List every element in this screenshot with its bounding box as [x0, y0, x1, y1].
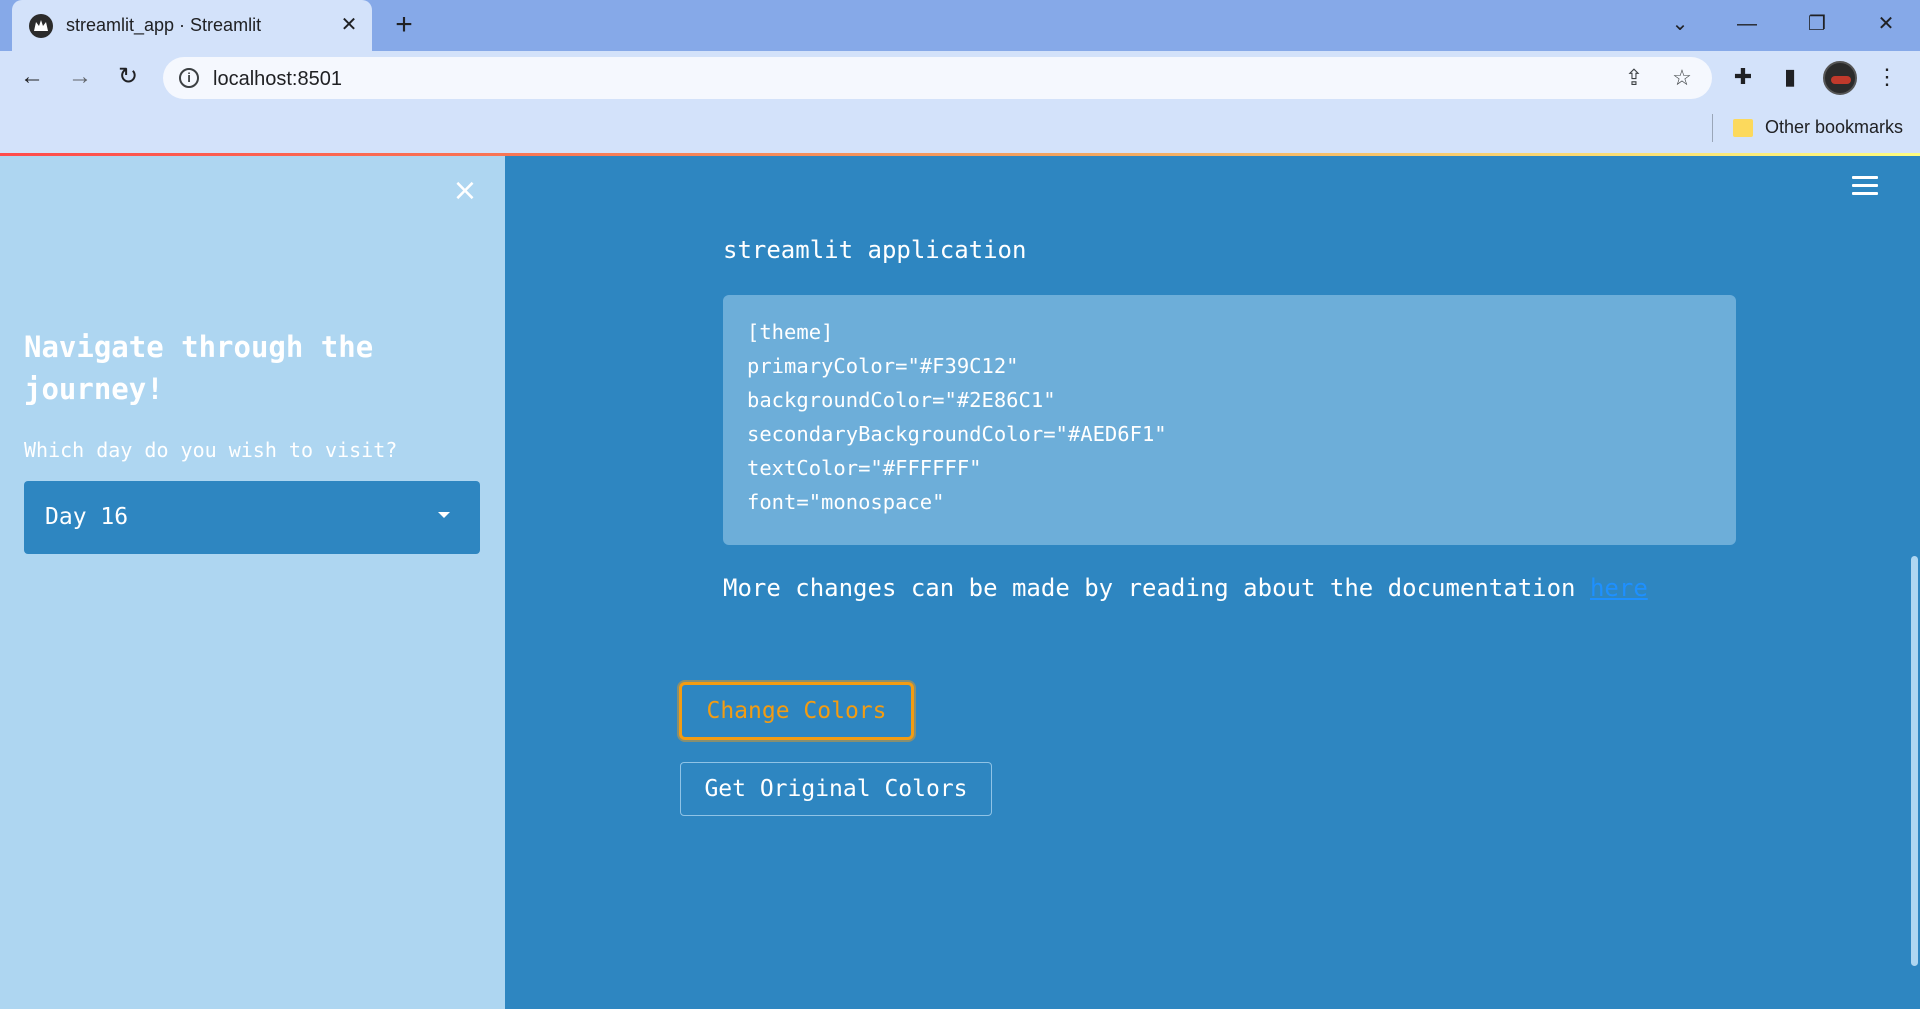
day-select-label: Which day do you wish to visit?: [24, 438, 398, 462]
address-bar[interactable]: i localhost:8501 ⇪ ☆: [163, 57, 1712, 99]
forward-arrow-icon[interactable]: →: [63, 60, 97, 94]
side-panel-icon[interactable]: ▮: [1774, 61, 1806, 93]
site-info-icon[interactable]: i: [179, 68, 199, 88]
address-url[interactable]: localhost:8501: [213, 68, 342, 91]
other-bookmarks[interactable]: Other bookmarks: [1765, 117, 1903, 138]
code-line: secondaryBackgroundColor="#AED6F1": [747, 422, 1167, 446]
browser-toolbar: ← → ↻ i localhost:8501 ⇪ ☆ ✚ ▮ ⋮: [0, 51, 1920, 104]
sidebar-title: Navigate through the journey!: [24, 330, 374, 406]
code-line: textColor="#FFFFFF": [747, 456, 982, 480]
bookmarks-separator: [1712, 114, 1713, 142]
share-icon[interactable]: ⇪: [1621, 65, 1647, 91]
browser-tab[interactable]: streamlit_app · Streamlit ✕: [12, 0, 372, 51]
extensions-puzzle-icon[interactable]: ✚: [1727, 61, 1759, 93]
caret-down-icon: [438, 512, 450, 518]
new-tab-icon[interactable]: +: [388, 10, 420, 42]
browser-menu-icon[interactable]: ⋮: [1871, 61, 1903, 93]
main-content: streamlit application [theme] primaryCol…: [505, 156, 1920, 1009]
code-line: [theme]: [747, 320, 834, 344]
get-original-colors-button[interactable]: Get Original Colors: [680, 762, 992, 816]
scrollbar[interactable]: [1911, 556, 1918, 966]
day-select-value: Day 16: [45, 504, 129, 530]
window-close-icon[interactable]: ✕: [1866, 8, 1906, 40]
hamburger-menu-icon[interactable]: [1852, 176, 1878, 198]
tab-title: streamlit_app · Streamlit: [66, 15, 262, 35]
change-colors-button[interactable]: Change Colors: [679, 682, 914, 740]
restore-icon[interactable]: ❐: [1797, 8, 1837, 40]
streamlit-favicon-icon: [29, 14, 53, 38]
minimize-icon[interactable]: —: [1727, 8, 1767, 40]
code-line: backgroundColor="#2E86C1": [747, 388, 1056, 412]
code-block: [theme] primaryColor="#F39C12" backgroun…: [723, 295, 1736, 545]
documentation-sentence: More changes can be made by reading abou…: [723, 574, 1576, 602]
bookmark-star-icon[interactable]: ☆: [1669, 65, 1695, 91]
reload-icon[interactable]: ↻: [111, 60, 145, 94]
tab-close-icon[interactable]: ✕: [336, 12, 362, 38]
documentation-text: More changes can be made by reading abou…: [723, 574, 1648, 602]
tab-search-chevron-icon[interactable]: ⌄: [1660, 8, 1700, 40]
folder-icon: [1733, 119, 1753, 137]
paragraph-text: streamlit application: [723, 236, 1027, 264]
bookmarks-bar: Other bookmarks: [0, 104, 1920, 153]
documentation-link[interactable]: here: [1590, 574, 1648, 602]
back-arrow-icon[interactable]: ←: [15, 60, 49, 94]
code-line: primaryColor="#F39C12": [747, 354, 1019, 378]
code-line: font="monospace": [747, 490, 945, 514]
sidebar: × Navigate through the journey! Which da…: [0, 156, 505, 1009]
day-select[interactable]: Day 16: [24, 481, 480, 554]
tab-strip: streamlit_app · Streamlit ✕ + ⌄ — ❐ ✕: [0, 0, 1920, 51]
sidebar-close-icon[interactable]: ×: [452, 176, 478, 206]
profile-avatar[interactable]: [1823, 61, 1857, 95]
streamlit-app: × Navigate through the journey! Which da…: [0, 156, 1920, 1009]
